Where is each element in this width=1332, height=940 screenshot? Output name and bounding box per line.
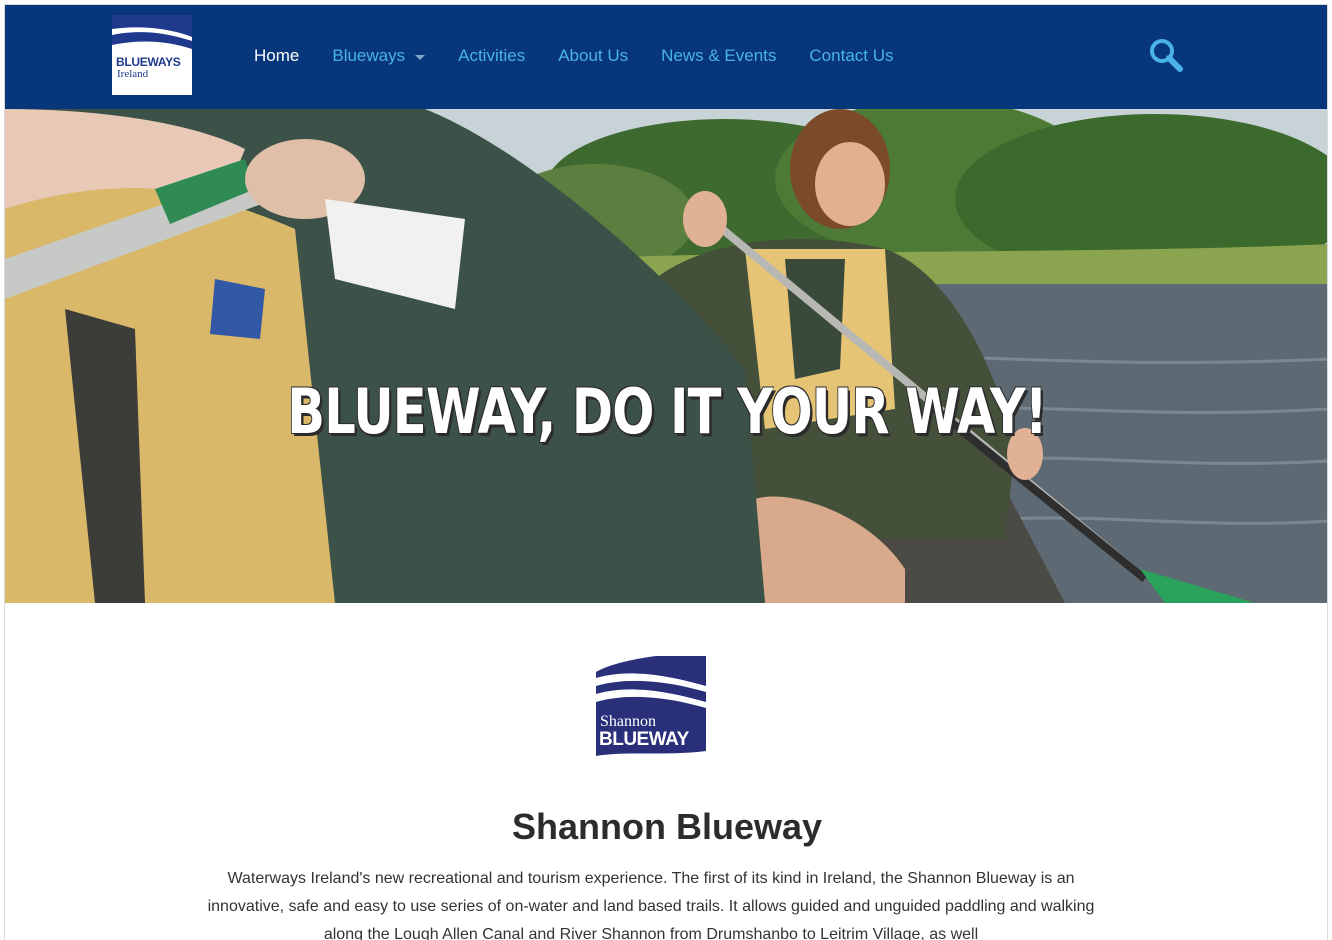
- nav-item-blueways[interactable]: Blueways: [332, 46, 426, 66]
- intro-paragraph: Waterways Ireland's new recreational and…: [207, 870, 1095, 940]
- logo-wordmark: BLUEWAYS: [116, 55, 181, 69]
- nav-item-label: Blueways: [332, 46, 406, 65]
- browser-viewport: BLUEWAYS Ireland Home Blueways Activitie…: [4, 4, 1328, 940]
- hero-photo-canoeists: [5, 109, 1327, 603]
- hero-headline: BLUEWAY, DO IT YOUR WAY!: [287, 375, 1047, 448]
- page-title: Shannon Blueway: [511, 806, 823, 847]
- search-icon[interactable]: [1147, 36, 1187, 76]
- logo-subtitle: BLUEWAY: [599, 729, 689, 750]
- main-nav: Home Blueways Activities About Us News &…: [254, 44, 927, 68]
- site-header: BLUEWAYS Ireland Home Blueways Activitie…: [5, 5, 1327, 109]
- nav-item-activities[interactable]: Activities: [458, 46, 525, 66]
- nav-item-label: Contact Us: [809, 46, 894, 65]
- chevron-down-icon: [415, 54, 426, 60]
- nav-item-news-events[interactable]: News & Events: [661, 46, 776, 66]
- blueways-ireland-logo[interactable]: BLUEWAYS Ireland: [112, 15, 192, 95]
- main-content: Shannon BLUEWAY Shannon Blueway Waterway…: [5, 603, 1327, 940]
- nav-item-contact-us[interactable]: Contact Us: [809, 46, 893, 66]
- nav-item-about-us[interactable]: About Us: [558, 46, 628, 66]
- shannon-blueway-logo: Shannon BLUEWAY: [596, 656, 706, 763]
- nav-item-label: About Us: [558, 46, 629, 65]
- nav-item-label: Activities: [458, 46, 526, 65]
- hero-banner: BLUEWAY, DO IT YOUR WAY!: [5, 109, 1327, 603]
- nav-item-label: News & Events: [661, 46, 777, 65]
- nav-item-home[interactable]: Home: [254, 46, 299, 66]
- logo-subtitle: Ireland: [117, 68, 149, 80]
- nav-item-label: Home: [254, 46, 300, 65]
